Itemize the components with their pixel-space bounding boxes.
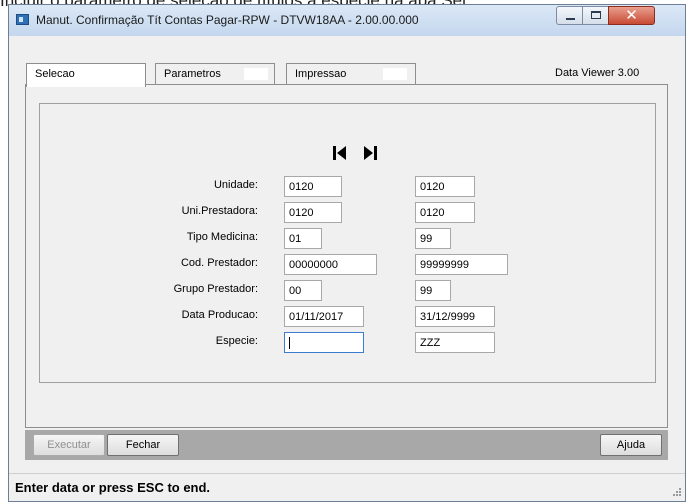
cod-prestador-to-field[interactable]: 99999999 [415,254,508,275]
maximize-icon [591,11,601,19]
status-message: Enter data or press ESC to end. [15,480,211,495]
text-caret [289,337,290,349]
selection-panel: Unidade: 0120 0120 Uni.Prestadora: 0120 … [25,84,668,428]
tipo-medicina-to-field[interactable]: 99 [415,228,451,249]
window-title: Manut. Confirmação Tít Contas Pagar-RPW … [36,13,419,27]
close-button[interactable]: Fechar [107,434,179,456]
title-bar[interactable]: Manut. Confirmação Tít Contas Pagar-RPW … [9,5,685,36]
tab-decoration [244,68,268,80]
uni-prestadora-to-field[interactable]: 0120 [415,202,475,223]
resize-grip-icon[interactable] [672,487,682,497]
close-icon: ✕ [625,6,638,24]
label-cod-prestador: Cod. Prestador: [180,257,258,269]
tab-decoration [383,68,407,80]
close-window-button[interactable]: ✕ [608,6,655,25]
last-record-button[interactable] [361,144,379,162]
label-data-producao: Data Producao: [181,309,258,321]
tab-label: Impressao [295,68,347,80]
selection-group: Unidade: 0120 0120 Uni.Prestadora: 0120 … [39,103,656,383]
label-especie: Especie: [215,335,258,347]
grupo-prestador-to-field[interactable]: 99 [415,280,451,301]
data-producao-to-field[interactable]: 31/12/9999 [415,306,495,327]
tab-parametros[interactable]: Parametros [155,63,275,85]
label-grupo-prestador: Grupo Prestador: [173,283,258,295]
tab-selecao[interactable]: Selecao [26,63,146,87]
data-viewer-label: Data Viewer 3.00 [555,67,640,79]
tab-label: Selecao [35,68,75,80]
tab-impressao[interactable]: Impressao [286,63,416,85]
first-record-button[interactable] [331,144,349,162]
data-producao-from-field[interactable]: 01/11/2017 [284,306,364,327]
label-tipo-medicina: Tipo Medicina: [186,231,258,243]
maximize-button[interactable] [582,6,609,25]
uni-prestadora-from-field[interactable]: 0120 [284,202,342,223]
minimize-icon [566,18,575,20]
window-content: Selecao Parametros Impressao Data Viewer… [9,36,685,501]
unidade-to-field[interactable]: 0120 [415,176,475,197]
especie-to-field[interactable]: ZZZ [415,332,495,353]
label-unidade: Unidade: [213,179,258,191]
minimize-button[interactable] [556,6,583,25]
tipo-medicina-from-field[interactable]: 01 [284,228,322,249]
execute-button[interactable]: Executar [33,434,105,456]
button-bar: Executar Fechar Ajuda [25,430,668,460]
last-record-icon [364,146,377,160]
app-icon [16,14,29,25]
cod-prestador-from-field[interactable]: 00000000 [284,254,377,275]
unidade-from-field[interactable]: 0120 [284,176,342,197]
grupo-prestador-from-field[interactable]: 00 [284,280,322,301]
status-bar: Enter data or press ESC to end. [9,473,685,500]
first-record-icon [333,146,346,160]
especie-from-field[interactable] [284,332,364,353]
label-uni-prestadora: Uni.Prestadora: [181,205,258,217]
tab-label: Parametros [164,68,221,80]
app-window: Manut. Confirmação Tít Contas Pagar-RPW … [8,4,686,502]
help-button[interactable]: Ajuda [600,434,662,456]
